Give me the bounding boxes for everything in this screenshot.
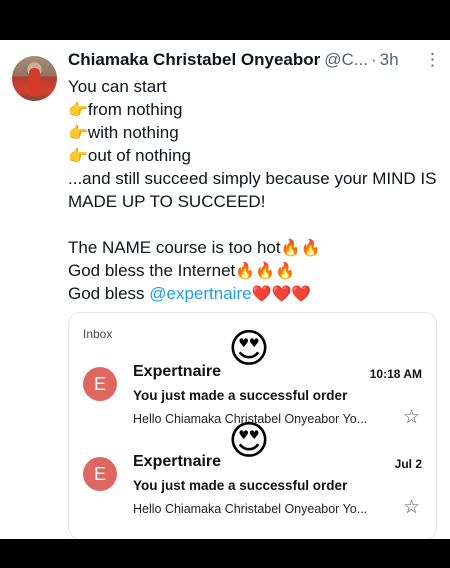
email-date: 10:18 AM bbox=[369, 367, 422, 381]
tweet-line: 👉out of nothing bbox=[68, 146, 191, 165]
pointing-hand-icon: 👉 bbox=[68, 148, 88, 165]
top-black-bar bbox=[0, 0, 450, 40]
author-avatar[interactable] bbox=[12, 56, 57, 101]
pointing-hand-icon: 👉 bbox=[68, 125, 88, 142]
tweet-line: ...and still succeed simply because your… bbox=[68, 169, 437, 211]
email-subject: You just made a successful order bbox=[133, 388, 348, 403]
mention-link[interactable]: @expertnaire bbox=[149, 284, 251, 303]
inbox-label: Inbox bbox=[83, 327, 113, 341]
tweet-line: God bless the Internet🔥🔥🔥 bbox=[68, 261, 296, 280]
email-subject: You just made a successful order bbox=[133, 478, 348, 493]
star-icon[interactable]: ☆ bbox=[403, 496, 420, 519]
separator-dot: · bbox=[370, 50, 377, 69]
tweet[interactable]: Chiamaka Christabel Onyeabor @C... · 3h ⋮ Y… bbox=[0, 40, 450, 539]
tweet-text: You can start 👉from nothing 👉with nothin… bbox=[68, 75, 440, 305]
email-sender: Expertnaire bbox=[133, 453, 222, 470]
more-options-icon[interactable]: ⋮ bbox=[424, 50, 441, 70]
email-date: Jul 2 bbox=[394, 457, 422, 471]
email-sender: Expertnaire bbox=[133, 363, 222, 380]
tweet-line: You can start bbox=[68, 77, 167, 96]
sender-avatar: E bbox=[83, 457, 117, 491]
fire-icon: 🔥🔥🔥 bbox=[235, 263, 296, 280]
author-name[interactable]: Chiamaka Christabel Onyeabor bbox=[68, 50, 320, 69]
heart-eyes-emoji-icon: 😍 bbox=[228, 419, 270, 463]
tweet-line: 👉from nothing bbox=[68, 100, 183, 119]
email-preview: Hello Chiamaka Christabel Onyeabor Yo... bbox=[133, 502, 368, 516]
author-handle[interactable]: @C... bbox=[324, 50, 368, 69]
fire-icon: 🔥🔥 bbox=[280, 240, 321, 257]
tweet-header: Chiamaka Christabel Onyeabor @C... · 3h ⋮ bbox=[68, 50, 441, 74]
sender-avatar: E bbox=[83, 367, 117, 401]
star-icon[interactable]: ☆ bbox=[403, 406, 420, 429]
heart-eyes-emoji-icon: 😍 bbox=[228, 327, 270, 371]
pointing-hand-icon: 👉 bbox=[68, 102, 88, 119]
bottom-black-bar bbox=[0, 539, 450, 568]
tweet-line: God bless @expertnaire❤️❤️❤️ bbox=[68, 284, 312, 303]
tweet-time[interactable]: 3h bbox=[380, 50, 399, 69]
attached-image[interactable]: Inbox E Expertnaire 10:18 AM You just ma… bbox=[68, 312, 437, 539]
heart-icon: ❤️❤️❤️ bbox=[251, 286, 312, 303]
tweet-line: 👉with nothing bbox=[68, 123, 179, 142]
tweet-line: The NAME course is too hot🔥🔥 bbox=[68, 238, 321, 257]
